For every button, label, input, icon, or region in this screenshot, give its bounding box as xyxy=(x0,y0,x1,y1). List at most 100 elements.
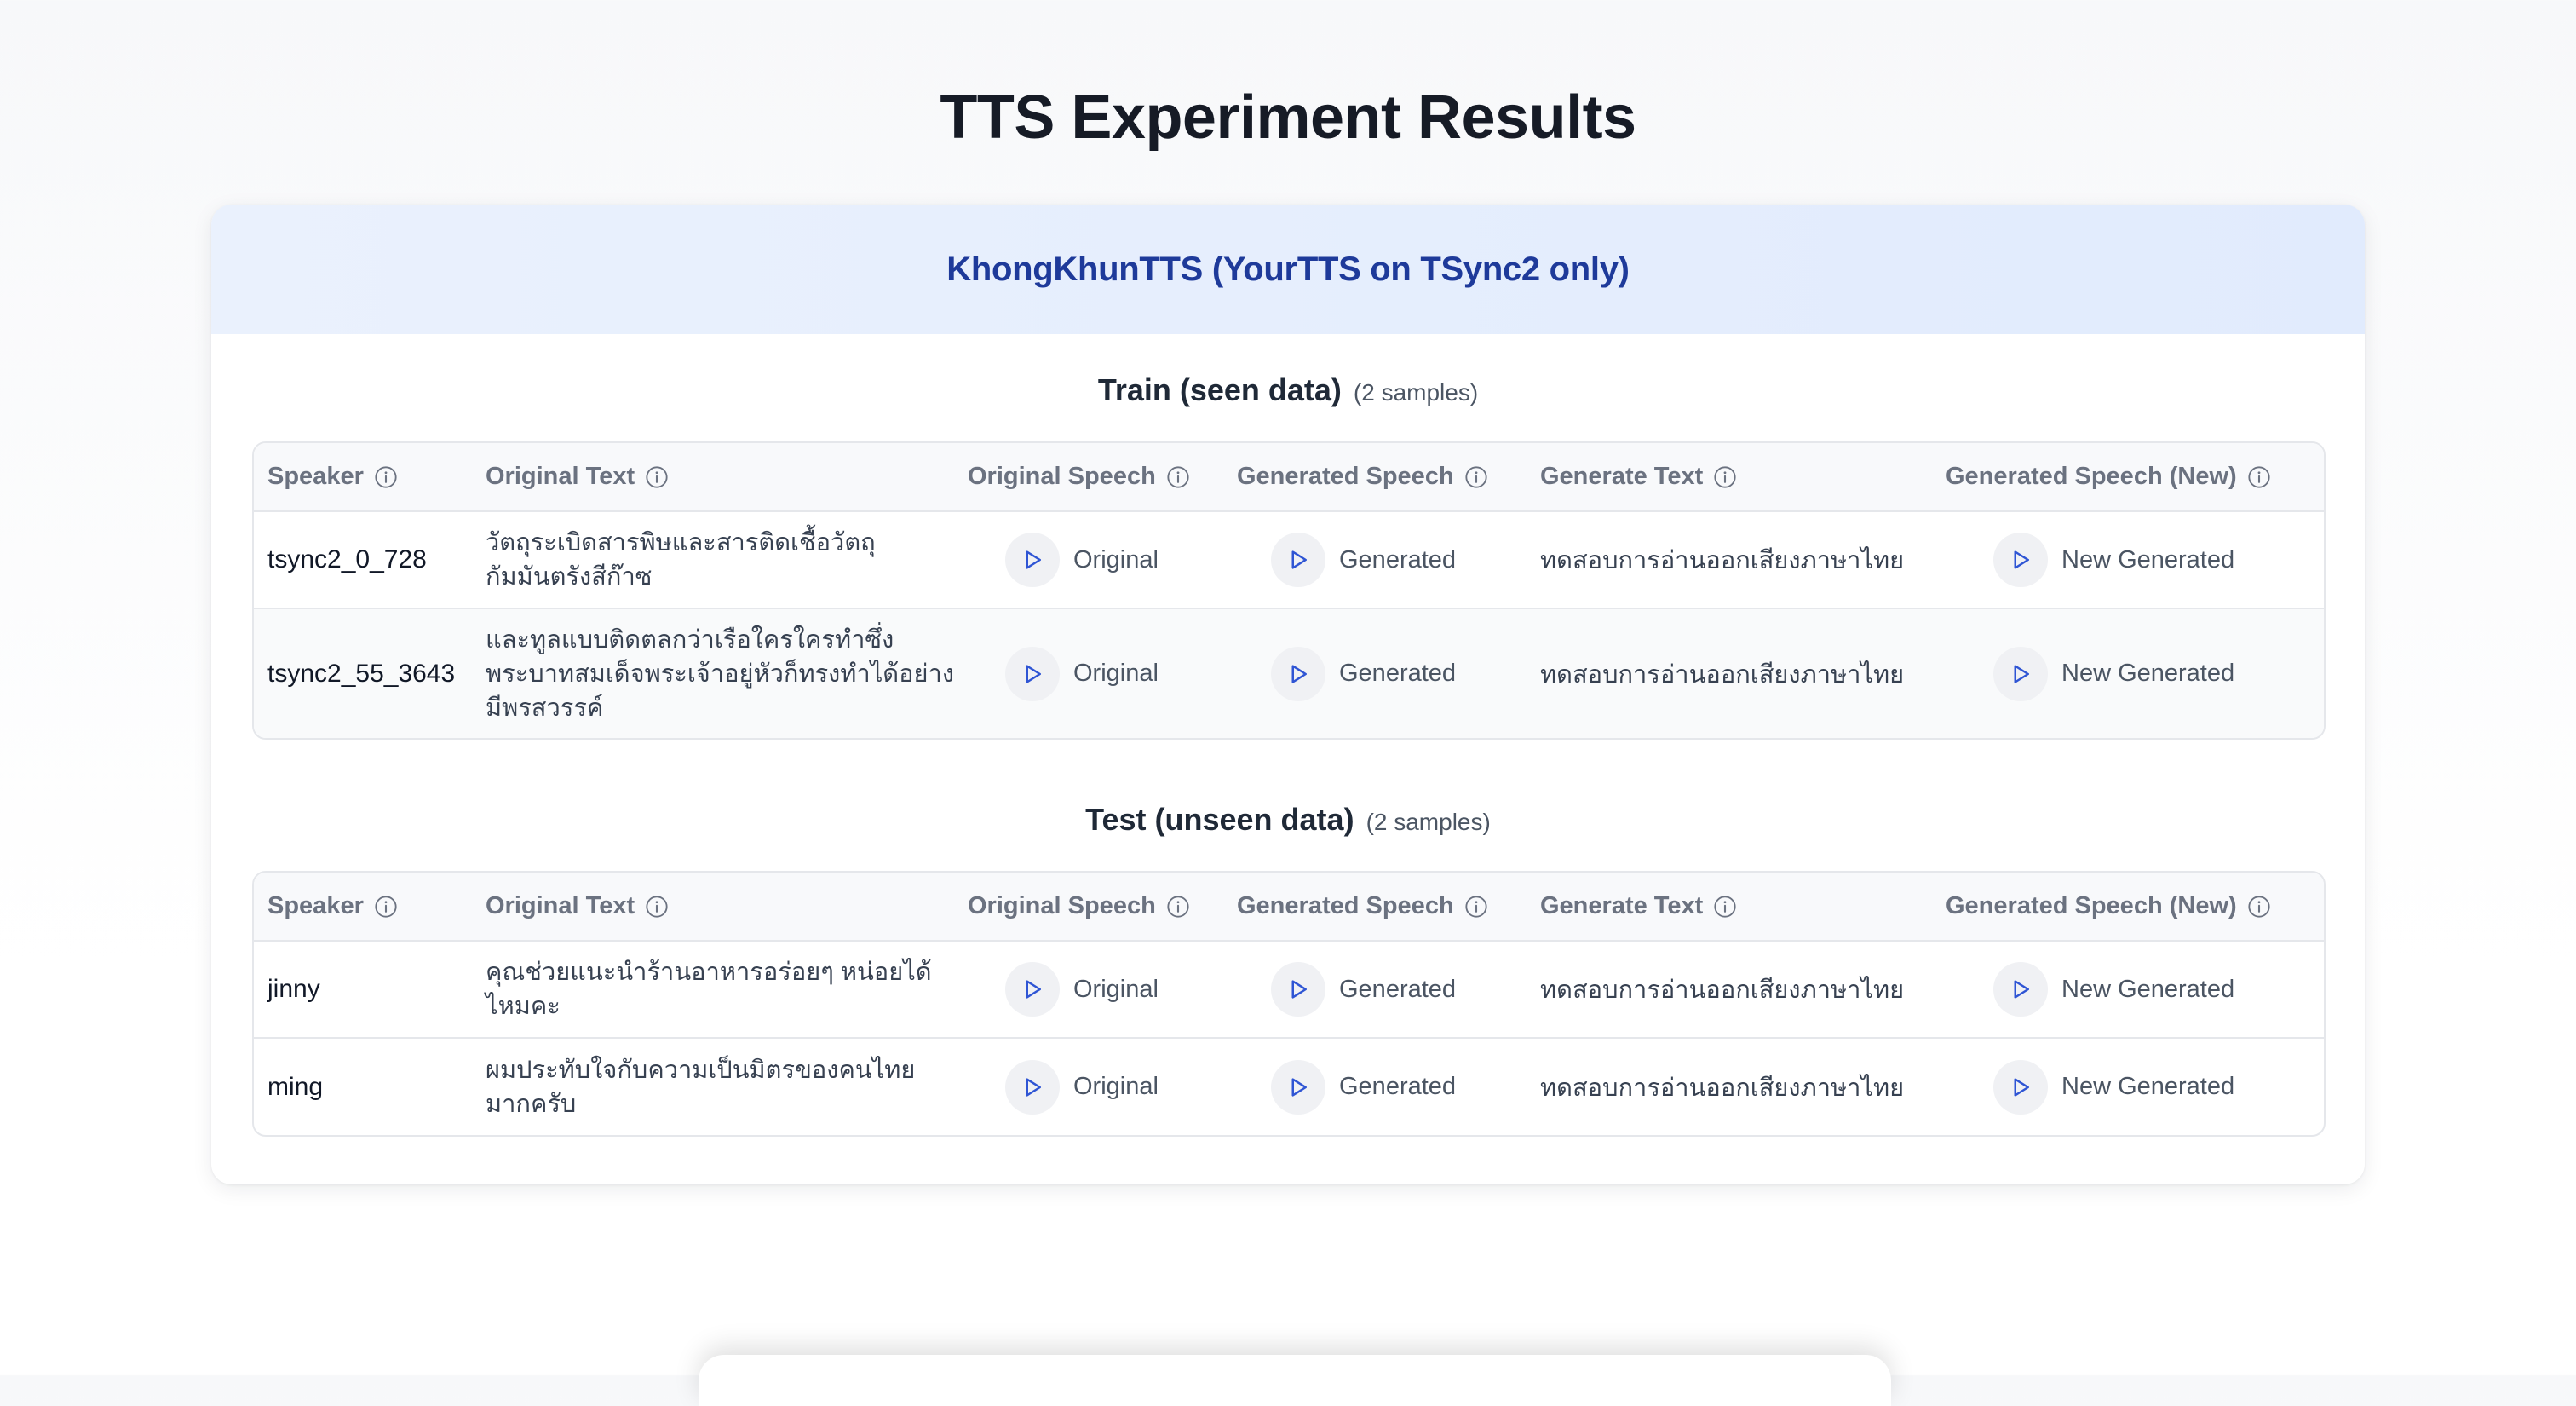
sample-count: (2 samples) xyxy=(1353,379,1479,406)
generated-speech-new-cell: New Generated xyxy=(1932,608,2324,738)
page-title: TTS Experiment Results xyxy=(940,84,1636,152)
original-speech-cell: Original xyxy=(954,608,1223,738)
bottom-panel-edge xyxy=(699,1355,1891,1406)
original-speech-cell: Original xyxy=(954,1038,1223,1135)
speaker-cell: tsync2_55_3643 xyxy=(267,659,456,688)
col-original-text: Original Text xyxy=(472,873,954,942)
play-icon xyxy=(1993,962,2048,1017)
col-original-speech: Original Speech xyxy=(954,443,1223,512)
new-generated-play-button[interactable]: New Generated xyxy=(1993,962,2234,1017)
info-icon[interactable] xyxy=(1713,465,1737,489)
info-icon[interactable] xyxy=(645,895,669,919)
generated-play-button[interactable]: Generated xyxy=(1271,646,1457,701)
new-generated-play-button[interactable]: New Generated xyxy=(1993,533,2234,587)
test-section: Test (unseen data) (2 samples) Speaker Or… xyxy=(252,796,2326,1179)
info-icon[interactable] xyxy=(1464,465,1488,489)
generated-play-button[interactable]: Generated xyxy=(1271,1059,1457,1115)
original-text-cell: และทูลแบบติดตลกว่าเรือใครใครทำซึ่งพระบาท… xyxy=(486,625,954,722)
play-icon xyxy=(1005,533,1060,587)
info-icon[interactable] xyxy=(1166,465,1190,489)
generated-speech-cell: Generated xyxy=(1223,608,1527,738)
table-row: ming ผมประทับใจกับความเป็นมิตรของคนไทยมา… xyxy=(254,1038,2324,1135)
generated-speech-cell: Generated xyxy=(1223,941,1527,1039)
section-title: Train (seen data) xyxy=(1097,372,1342,407)
table-row: tsync2_55_3643 และทูลแบบติดตลกว่าเรือใคร… xyxy=(254,608,2324,738)
play-icon xyxy=(1271,962,1325,1017)
info-icon[interactable] xyxy=(645,465,669,489)
new-generated-play-button[interactable]: New Generated xyxy=(1993,1059,2235,1115)
card-header: KhongKhunTTS (YourTTS on TSync2 only) xyxy=(211,205,2365,334)
generated-play-button[interactable]: Generated xyxy=(1271,962,1456,1017)
train-table: Speaker Original Text Original Speech Ge… xyxy=(254,443,2324,738)
original-speech-cell: Original xyxy=(954,941,1223,1039)
play-label: New Generated xyxy=(2061,1073,2235,1100)
results-table: Speaker Original Text Original Speech Ge… xyxy=(252,441,2326,740)
new-generated-play-button[interactable]: New Generated xyxy=(1993,646,2235,701)
info-icon[interactable] xyxy=(2247,895,2271,919)
generate-text-cell: ทดสอบการอ่านออกเสียงภาษาไทย xyxy=(1527,511,1932,609)
play-label: Original xyxy=(1073,660,1159,687)
generated-speech-new-cell: New Generated xyxy=(1932,511,2324,609)
original-text-cell: ผมประทับใจกับความเป็นมิตรของคนไทยมากครับ xyxy=(486,1056,916,1118)
generate-text-cell: ทดสอบการอ่านออกเสียงภาษาไทย xyxy=(1540,1074,1905,1102)
section-heading: Train (seen data) (2 samples) xyxy=(252,366,2324,414)
section-heading: Test (unseen data) (2 samples) xyxy=(252,796,2324,844)
info-icon[interactable] xyxy=(1713,895,1737,919)
original-play-button[interactable]: Original xyxy=(1005,646,1159,701)
info-icon[interactable] xyxy=(2247,465,2271,489)
info-icon[interactable] xyxy=(1166,895,1190,919)
generated-speech-cell: Generated xyxy=(1223,511,1527,609)
play-icon xyxy=(1993,1059,2048,1115)
play-label: Generated xyxy=(1339,1073,1457,1100)
play-label: Generated xyxy=(1339,660,1457,687)
play-label: Generated xyxy=(1339,975,1457,1003)
col-original-speech: Original Speech xyxy=(954,873,1223,942)
col-original-text: Original Text xyxy=(472,443,954,512)
original-play-button[interactable]: Original xyxy=(1005,533,1159,587)
original-text-cell: คุณช่วยแนะนำร้านอาหารอร่อยๆ หน่อยได้ไหมค… xyxy=(472,941,954,1039)
play-label: Generated xyxy=(1339,545,1457,573)
play-label: New Generated xyxy=(2061,660,2235,687)
speaker-cell: jinny xyxy=(254,941,472,1039)
generated-speech-cell: Generated xyxy=(1223,1038,1527,1135)
col-generated-speech: Generated Speech xyxy=(1223,873,1527,942)
results-table: Speaker Original Text Original Speech Ge… xyxy=(252,871,2326,1137)
train-section: Train (seen data) (2 samples) Speaker Ori… xyxy=(252,366,2326,792)
play-icon xyxy=(1005,1059,1060,1115)
play-label: Original xyxy=(1073,1073,1159,1100)
col-generated-speech-new: Generated Speech (New) xyxy=(1932,443,2324,512)
play-icon xyxy=(1993,646,2048,701)
original-play-button[interactable]: Original xyxy=(1005,1059,1159,1115)
col-generated-speech: Generated Speech xyxy=(1223,443,1527,512)
generated-speech-new-cell: New Generated xyxy=(1932,941,2324,1039)
col-generate-text: Generate Text xyxy=(1527,443,1932,512)
play-label: New Generated xyxy=(2061,545,2235,573)
play-label: Original xyxy=(1073,545,1159,573)
generated-play-button[interactable]: Generated xyxy=(1271,533,1456,587)
play-icon xyxy=(1271,533,1325,587)
section-title: Test (unseen data) xyxy=(1085,802,1354,837)
generated-speech-new-cell: New Generated xyxy=(1932,1038,2324,1135)
play-icon xyxy=(1005,962,1060,1017)
generate-text-cell: ทดสอบการอ่านออกเสียงภาษาไทย xyxy=(1527,941,1932,1039)
info-icon[interactable] xyxy=(1464,895,1488,919)
col-speaker: Speaker xyxy=(254,873,472,942)
original-speech-cell: Original xyxy=(954,511,1223,609)
table-row: tsync2_0_728 วัตถุระเบิดสารพิษและสารติดเ… xyxy=(254,511,2324,609)
play-icon xyxy=(1271,646,1325,701)
play-icon xyxy=(1993,533,2048,587)
play-label: New Generated xyxy=(2061,975,2235,1003)
original-play-button[interactable]: Original xyxy=(1005,962,1159,1017)
results-card: KhongKhunTTS (YourTTS on TSync2 only) Tr… xyxy=(211,205,2365,1184)
play-icon xyxy=(1005,646,1060,701)
table-header-row: Speaker Original Text Original Speech Ge… xyxy=(254,873,2324,942)
info-icon[interactable] xyxy=(374,465,398,489)
original-text-cell: วัตถุระเบิดสารพิษและสารติดเชื้อวัตถุกัมม… xyxy=(472,511,954,609)
speaker-cell: tsync2_0_728 xyxy=(254,511,472,609)
play-icon xyxy=(1271,1059,1325,1115)
info-icon[interactable] xyxy=(374,895,398,919)
table-row: jinny คุณช่วยแนะนำร้านอาหารอร่อยๆ หน่อยไ… xyxy=(254,941,2324,1039)
table-header-row: Speaker Original Text Original Speech Ge… xyxy=(254,443,2324,512)
col-generated-speech-new: Generated Speech (New) xyxy=(1932,873,2324,942)
col-generate-text: Generate Text xyxy=(1527,873,1932,942)
